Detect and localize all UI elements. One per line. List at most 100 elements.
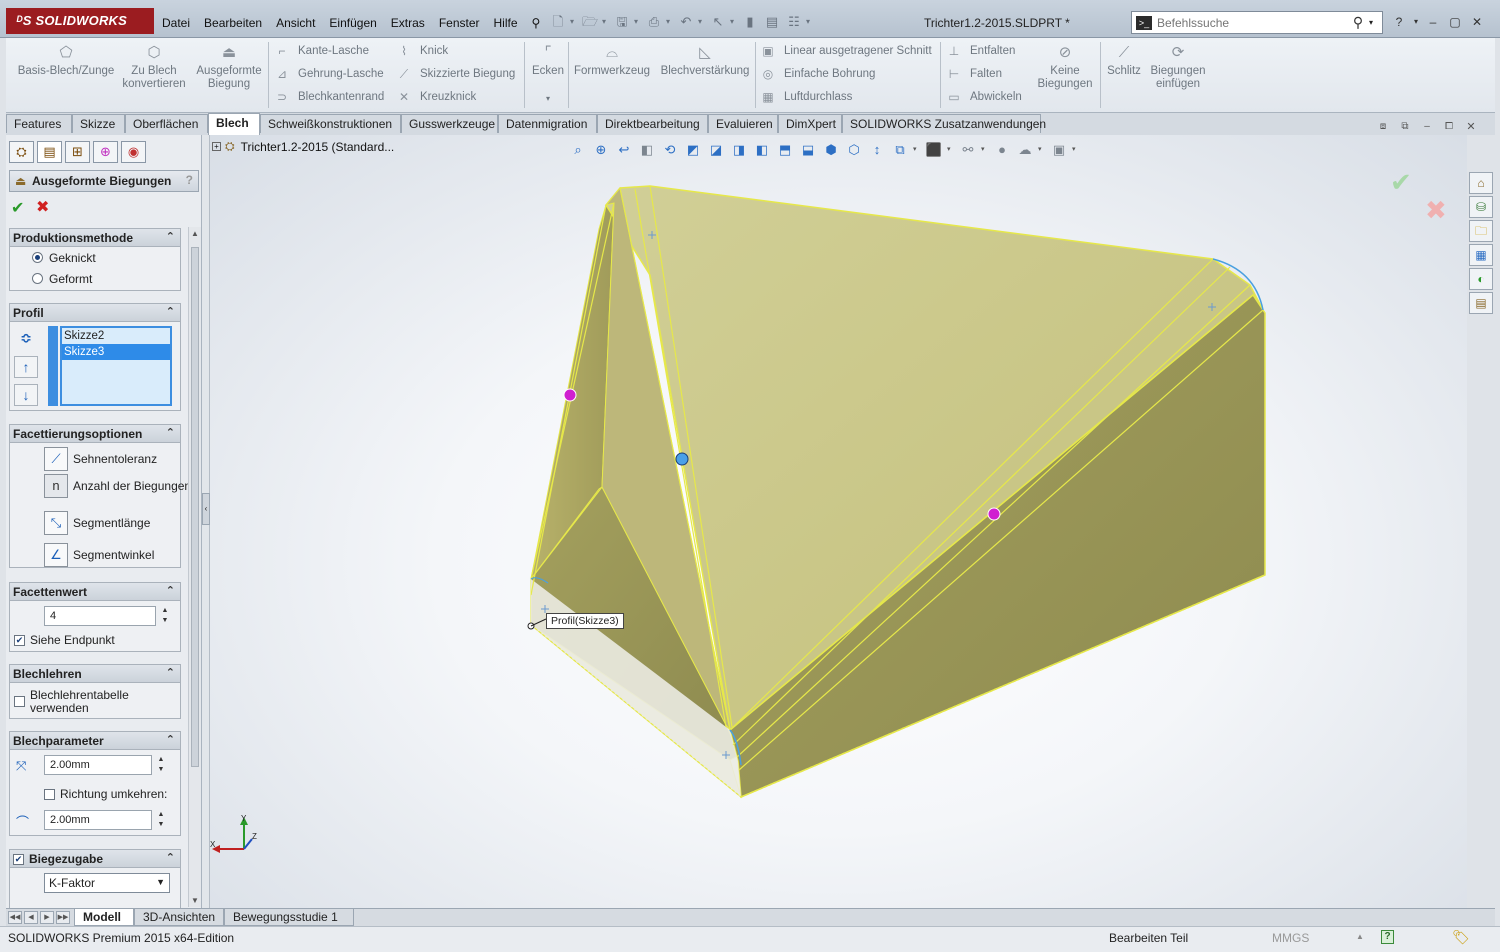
- tab-schweisskonstruktionen[interactable]: Schweißkonstruktionen: [260, 114, 401, 133]
- number-of-bends-icon[interactable]: n: [44, 474, 68, 498]
- graphics-area[interactable]: + ⛭ Trichter1.2-2015 (Standard... ⌕ ⊕ ↩ …: [210, 135, 1467, 908]
- tab-modell[interactable]: Modell: [74, 909, 134, 926]
- confirm-ok-check-icon[interactable]: ✔: [1390, 167, 1412, 198]
- tab-gusswerkzeuge[interactable]: Gusswerkzeuge: [401, 114, 498, 133]
- tab-3d-ansichten[interactable]: 3D-Ansichten: [134, 909, 224, 926]
- profile-selection-list[interactable]: Skizze2 Skizze3: [60, 326, 172, 406]
- menu-einfuegen[interactable]: Einfügen: [322, 14, 383, 32]
- open-icon[interactable]: 🗁: [580, 12, 600, 32]
- view-orientation-right-icon[interactable]: ◧: [752, 140, 772, 160]
- rebuild-icon[interactable]: ▮: [740, 12, 760, 32]
- command-search-input[interactable]: [1157, 15, 1347, 30]
- viewport-tile-icon[interactable]: ⧈: [1376, 121, 1390, 133]
- insert-bends-button[interactable]: ⟳ Biegungen einfügen: [1146, 44, 1210, 91]
- expand-plus-icon[interactable]: +: [212, 142, 221, 151]
- bend-allowance-type-select[interactable]: K-Faktor ▼: [44, 873, 170, 893]
- sketch-point-magenta-right[interactable]: [987, 507, 1001, 521]
- spin-down-icon[interactable]: ▼: [158, 821, 165, 828]
- view-orientation-back-icon[interactable]: ◪: [706, 140, 726, 160]
- bend-radius-input[interactable]: 2.00mm: [44, 810, 152, 830]
- file-explorer-icon[interactable]: 🗀: [1469, 220, 1493, 242]
- view-orientation-icon[interactable]: ⧉: [890, 140, 910, 160]
- undo-icon[interactable]: ↶: [676, 12, 696, 32]
- help-dropdown-icon[interactable]: ▾: [1412, 14, 1420, 30]
- status-units[interactable]: MMGS: [1272, 931, 1309, 945]
- menu-extras[interactable]: Extras: [384, 14, 432, 32]
- sheet-parameters-header[interactable]: Blechparameter ⌃: [10, 732, 180, 750]
- view-orientation-top-icon[interactable]: ⬒: [775, 140, 795, 160]
- help-icon[interactable]: ?: [1390, 14, 1408, 30]
- viewport-close-icon[interactable]: ✕: [1464, 121, 1478, 133]
- profile-item-selected[interactable]: Skizze3: [62, 344, 170, 360]
- chord-tolerance-icon[interactable]: ⟋: [44, 447, 68, 471]
- print-dropdown-icon[interactable]: ▾: [666, 12, 674, 32]
- print-icon[interactable]: ⎙: [644, 12, 664, 32]
- checkbox[interactable]: [14, 696, 25, 707]
- property-manager-tab-icon[interactable]: ▤: [37, 141, 62, 163]
- apply-scene-dropdown-icon[interactable]: ▾: [1038, 140, 1046, 160]
- edge-flange-button[interactable]: ⌐ Kante-Lasche: [274, 42, 368, 60]
- reverse-direction-checkbox[interactable]: Richtung umkehren:: [44, 787, 167, 801]
- save-dropdown-icon[interactable]: ▾: [634, 12, 642, 32]
- gusset-button[interactable]: ◺ Blechverstärkung: [658, 44, 752, 78]
- spin-up-icon[interactable]: ▲: [162, 607, 169, 614]
- solidworks-logo[interactable]: ᴰS SOLIDWORKS: [6, 8, 154, 34]
- collapse-panel-icon[interactable]: ‹: [202, 493, 210, 525]
- scrollbar-thumb[interactable]: [191, 247, 199, 767]
- first-tab-arrow-icon[interactable]: ◀◀: [8, 911, 22, 924]
- radio-geknickt[interactable]: Geknickt: [10, 247, 180, 268]
- tags-icon[interactable]: 🏷: [1452, 929, 1470, 946]
- select-icon[interactable]: ↖: [708, 12, 728, 32]
- forming-tool-button[interactable]: ⌓ Formwerkzeug: [572, 44, 652, 78]
- segment-length-icon[interactable]: ⤡: [44, 511, 68, 535]
- sketched-bend-button[interactable]: ⟋ Skizzierte Biegung: [396, 65, 515, 83]
- bend-allowance-header[interactable]: ✔ Biegezugabe ⌃: [10, 850, 180, 868]
- edit-appearance-icon[interactable]: ●: [992, 140, 1012, 160]
- facet-value-header[interactable]: Facettenwert ⌃: [10, 583, 180, 601]
- radio-geformt[interactable]: Geformt: [10, 268, 180, 289]
- command-search-box[interactable]: >_ ⚲ ▾: [1131, 11, 1383, 34]
- design-library-icon[interactable]: ⛁: [1469, 196, 1493, 218]
- checkbox-checked[interactable]: ✔: [14, 635, 25, 647]
- sketch-point-magenta[interactable]: [563, 388, 577, 402]
- collapse-chevron-icon[interactable]: ⌃: [166, 851, 175, 864]
- menu-ansicht[interactable]: Ansicht: [269, 14, 322, 32]
- normal-to-icon[interactable]: ⬡: [844, 140, 864, 160]
- profile-callout[interactable]: Profil(Skizze3): [546, 613, 624, 629]
- last-tab-arrow-icon[interactable]: ▶▶: [56, 911, 70, 924]
- simple-hole-button[interactable]: ◎ Einfache Bohrung: [760, 65, 876, 83]
- faceting-options-header[interactable]: Facettierungsoptionen ⌃: [10, 425, 180, 443]
- options-dropdown-icon[interactable]: ▾: [806, 12, 814, 32]
- rip-button[interactable]: ⟋ Schlitz: [1104, 44, 1144, 78]
- spin-up-icon[interactable]: ▲: [158, 811, 165, 818]
- vent-button[interactable]: ▦ Luftdurchlass: [760, 88, 852, 106]
- fold-button[interactable]: ⊢ Falten: [946, 65, 1002, 83]
- view-settings-dropdown-icon[interactable]: ▾: [1072, 140, 1080, 160]
- select-dropdown-icon[interactable]: ▾: [730, 12, 738, 32]
- solidworks-resources-icon[interactable]: ⌂: [1469, 172, 1493, 194]
- no-bends-button[interactable]: ⊘ Keine Biegungen: [1032, 44, 1098, 91]
- tab-evaluieren[interactable]: Evaluieren: [708, 114, 778, 133]
- move-up-arrow-icon[interactable]: ↑: [14, 356, 38, 378]
- viewport-restore-icon[interactable]: ⧠: [1442, 121, 1456, 133]
- units-dropdown-icon[interactable]: ▲: [1356, 932, 1364, 941]
- facet-value-spinner[interactable]: ▲ ▼: [159, 606, 171, 626]
- new-dropdown-icon[interactable]: ▾: [570, 12, 578, 32]
- viewport-split-icon[interactable]: ⧉: [1398, 121, 1412, 133]
- spin-down-icon[interactable]: ▼: [158, 766, 165, 773]
- collapse-chevron-icon[interactable]: ⌃: [166, 733, 175, 746]
- flatten-button[interactable]: ▭ Abwickeln: [946, 88, 1021, 106]
- sheet-gauges-header[interactable]: Blechlehren ⌃: [10, 665, 180, 683]
- corners-button[interactable]: ⌜ Ecken ▾: [530, 44, 566, 105]
- minimize-icon[interactable]: –: [1424, 14, 1442, 30]
- view-settings-icon[interactable]: ▣: [1049, 140, 1069, 160]
- menu-hilfe[interactable]: Hilfe: [487, 14, 525, 32]
- use-gauge-table-checkbox[interactable]: Blechlehrentabelle verwenden: [14, 689, 140, 715]
- search-dropdown-icon[interactable]: ▾: [1369, 18, 1373, 27]
- view-selector-icon[interactable]: ↕: [867, 140, 887, 160]
- sheet-metal-model[interactable]: [210, 135, 1467, 908]
- display-manager-tab-icon[interactable]: ◉: [121, 141, 146, 163]
- tab-blech[interactable]: Blech: [208, 113, 260, 135]
- view-orientation-front-icon[interactable]: ◩: [683, 140, 703, 160]
- appearances-scenes-icon[interactable]: ◐: [1469, 268, 1493, 290]
